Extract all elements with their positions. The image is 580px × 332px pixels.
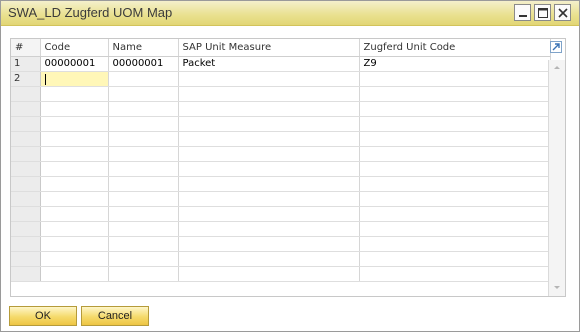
name-cell[interactable]: 00000001 xyxy=(108,56,179,72)
uom-map-window: SWA_LD Zugferd UOM Map # Code Name SAP U… xyxy=(0,0,580,332)
maximize-icon xyxy=(538,8,548,18)
vertical-scrollbar[interactable] xyxy=(548,60,565,296)
minimize-icon xyxy=(519,15,527,17)
row-number: 2 xyxy=(11,71,41,87)
sap-unit-measure-cell[interactable]: Packet xyxy=(178,56,360,72)
empty-row xyxy=(11,101,551,117)
maximize-button[interactable] xyxy=(534,4,551,21)
cancel-button[interactable]: Cancel xyxy=(81,306,149,326)
window-title: SWA_LD Zugferd UOM Map xyxy=(8,5,173,20)
empty-row xyxy=(11,236,551,252)
uom-grid[interactable]: # Code Name SAP Unit Measure Zugferd Uni… xyxy=(10,38,566,297)
row-number: 1 xyxy=(11,56,41,72)
scroll-up-icon xyxy=(554,66,560,69)
title-bar[interactable]: SWA_LD Zugferd UOM Map xyxy=(1,1,579,26)
column-header-zugferd-unit-code[interactable]: Zugferd Unit Code xyxy=(359,39,551,57)
text-cursor xyxy=(44,73,46,85)
code-cell-active[interactable] xyxy=(40,71,109,87)
zugferd-unit-code-cell[interactable]: Z9 xyxy=(359,56,551,72)
empty-row xyxy=(11,176,551,192)
empty-row xyxy=(11,161,551,177)
code-cell[interactable]: 00000001 xyxy=(40,56,109,72)
column-header-number[interactable]: # xyxy=(11,39,41,57)
empty-row xyxy=(11,146,551,162)
column-header-name[interactable]: Name xyxy=(108,39,179,57)
empty-row xyxy=(11,266,551,282)
expand-arrow-icon[interactable] xyxy=(550,41,562,53)
column-header-code[interactable]: Code xyxy=(40,39,109,57)
empty-row xyxy=(11,206,551,222)
ok-button[interactable]: OK xyxy=(9,306,77,326)
name-cell[interactable] xyxy=(108,71,179,87)
close-icon xyxy=(558,8,568,18)
minimize-button[interactable] xyxy=(514,4,531,21)
scroll-down-icon xyxy=(554,286,560,289)
scrollbar-arrows xyxy=(554,66,560,289)
empty-row xyxy=(11,86,551,102)
empty-row xyxy=(11,191,551,207)
empty-row xyxy=(11,131,551,147)
zugferd-unit-code-cell[interactable] xyxy=(359,71,551,87)
grid-table: # Code Name SAP Unit Measure Zugferd Uni… xyxy=(11,39,551,282)
empty-row xyxy=(11,116,551,132)
empty-row xyxy=(11,251,551,267)
column-header-sap-unit-measure[interactable]: SAP Unit Measure xyxy=(178,39,360,57)
close-button[interactable] xyxy=(554,4,571,21)
grid-header-row: # Code Name SAP Unit Measure Zugferd Uni… xyxy=(11,39,551,57)
table-row[interactable]: 2 xyxy=(11,71,551,87)
table-row[interactable]: 1 00000001 00000001 Packet Z9 xyxy=(11,56,551,72)
empty-row xyxy=(11,221,551,237)
sap-unit-measure-cell[interactable] xyxy=(178,71,360,87)
